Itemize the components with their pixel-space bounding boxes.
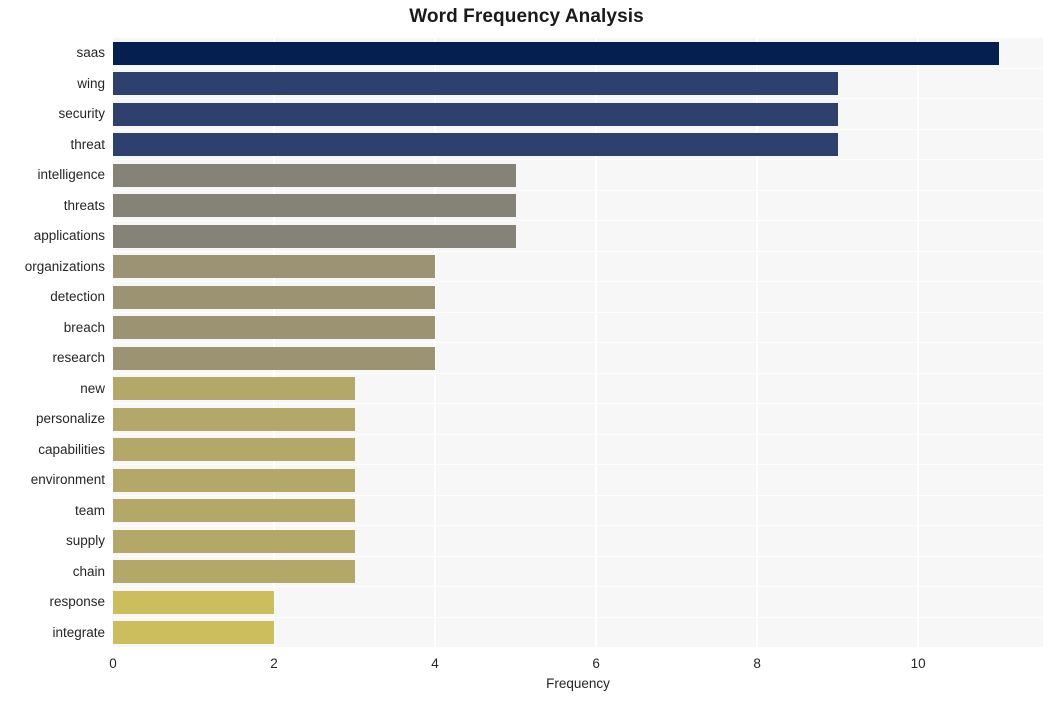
gridline-x-10 [917,38,920,648]
row-separator [113,281,1043,282]
x-tick-label-0: 0 [109,656,117,671]
row-separator [113,250,1043,252]
bar-organizations [113,255,436,279]
bar-integrate [113,621,275,645]
y-tick-label-applications: applications [33,228,105,244]
y-tick-label-team: team [74,502,105,518]
gridline-x-4 [434,38,437,648]
gridline-x-6 [595,38,598,648]
row-separator [113,189,1043,191]
plot-area [113,38,1043,648]
row-separator [113,525,1043,526]
bar-personalize [113,407,355,431]
row-separator [113,342,1043,343]
y-tick-label-threat: threat [70,136,105,152]
y-tick-label-research: research [52,350,105,366]
row-separator [113,494,1043,496]
y-tick-label-integrate: integrate [52,624,105,640]
bar-threat [113,133,838,157]
bar-wing [113,72,838,96]
gridline-x-8 [756,38,759,648]
gridline-x-2 [273,38,276,648]
x-tick-label-10: 10 [910,656,926,671]
y-tick-label-organizations: organizations [24,258,105,274]
bar-new [113,377,355,401]
y-tick-label-supply: supply [65,533,105,549]
y-tick-label-detection: detection [50,289,105,305]
row-separator [113,616,1043,618]
row-separator [113,464,1043,465]
y-tick-label-breach: breach [63,319,105,335]
bar-breach [113,316,436,340]
bar-research [113,346,436,370]
row-separator [113,372,1043,374]
row-separator [113,220,1043,221]
row-separator [113,98,1043,99]
bar-threats [113,194,516,218]
row-separator [113,586,1043,587]
bar-applications [113,224,516,248]
y-tick-label-new: new [80,380,105,396]
chart-figure: Word Frequency Analysis saas wing security… [0,0,1053,701]
y-axis-category-labels: saas wing security threat intelligence threat… [0,38,105,648]
row-separator [113,67,1043,69]
y-tick-label-wing: wing [77,75,105,91]
bar-environment [113,468,355,492]
bar-saas [113,41,999,65]
bar-security [113,102,838,126]
x-axis-title: Frequency [546,676,610,691]
chart-title: Word Frequency Analysis [409,6,644,27]
y-tick-label-environment: environment [30,472,105,488]
y-tick-label-threats: threats [63,197,105,213]
bar-chain [113,560,355,584]
row-separator [113,128,1043,130]
row-separator [113,555,1043,557]
row-separator [113,159,1043,160]
y-tick-label-saas: saas [76,45,105,61]
bar-supply [113,529,355,553]
bar-capabilities [113,438,355,462]
x-tick-label-4: 4 [431,656,439,671]
row-separator [113,403,1043,404]
x-tick-label-2: 2 [270,656,278,671]
x-tick-label-6: 6 [592,656,600,671]
x-axis: Frequency 0 2 4 6 8 10 [0,648,1053,701]
bar-team [113,499,355,523]
x-tick-label-8: 8 [753,656,761,671]
bar-detection [113,285,436,309]
y-tick-label-response: response [49,594,105,610]
row-separator [113,311,1043,313]
row-separator [113,433,1043,435]
bar-intelligence [113,163,516,187]
y-tick-label-chain: chain [72,563,105,579]
y-tick-label-intelligence: intelligence [37,167,105,183]
bar-response [113,590,275,614]
y-tick-label-capabilities: capabilities [38,441,105,457]
y-tick-label-personalize: personalize [35,411,105,427]
y-tick-label-security: security [58,106,105,122]
